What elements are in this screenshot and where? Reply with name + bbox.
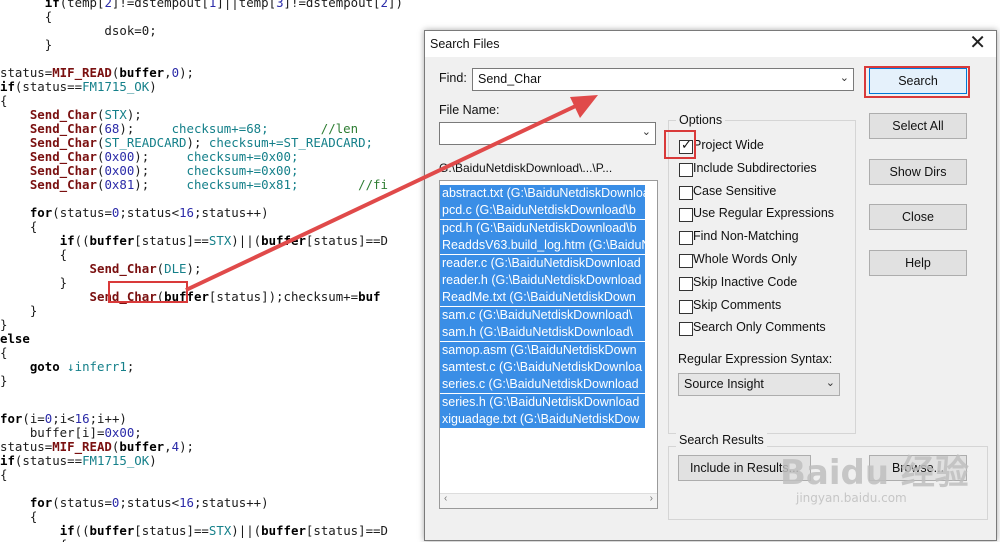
watermark-brand: Baidu 经验 [780,453,969,493]
arrow-line [185,101,583,292]
watermark: Baidu 经验 jingyan.baidu.com [780,455,969,505]
watermark-url: jingyan.baidu.com [796,491,907,505]
